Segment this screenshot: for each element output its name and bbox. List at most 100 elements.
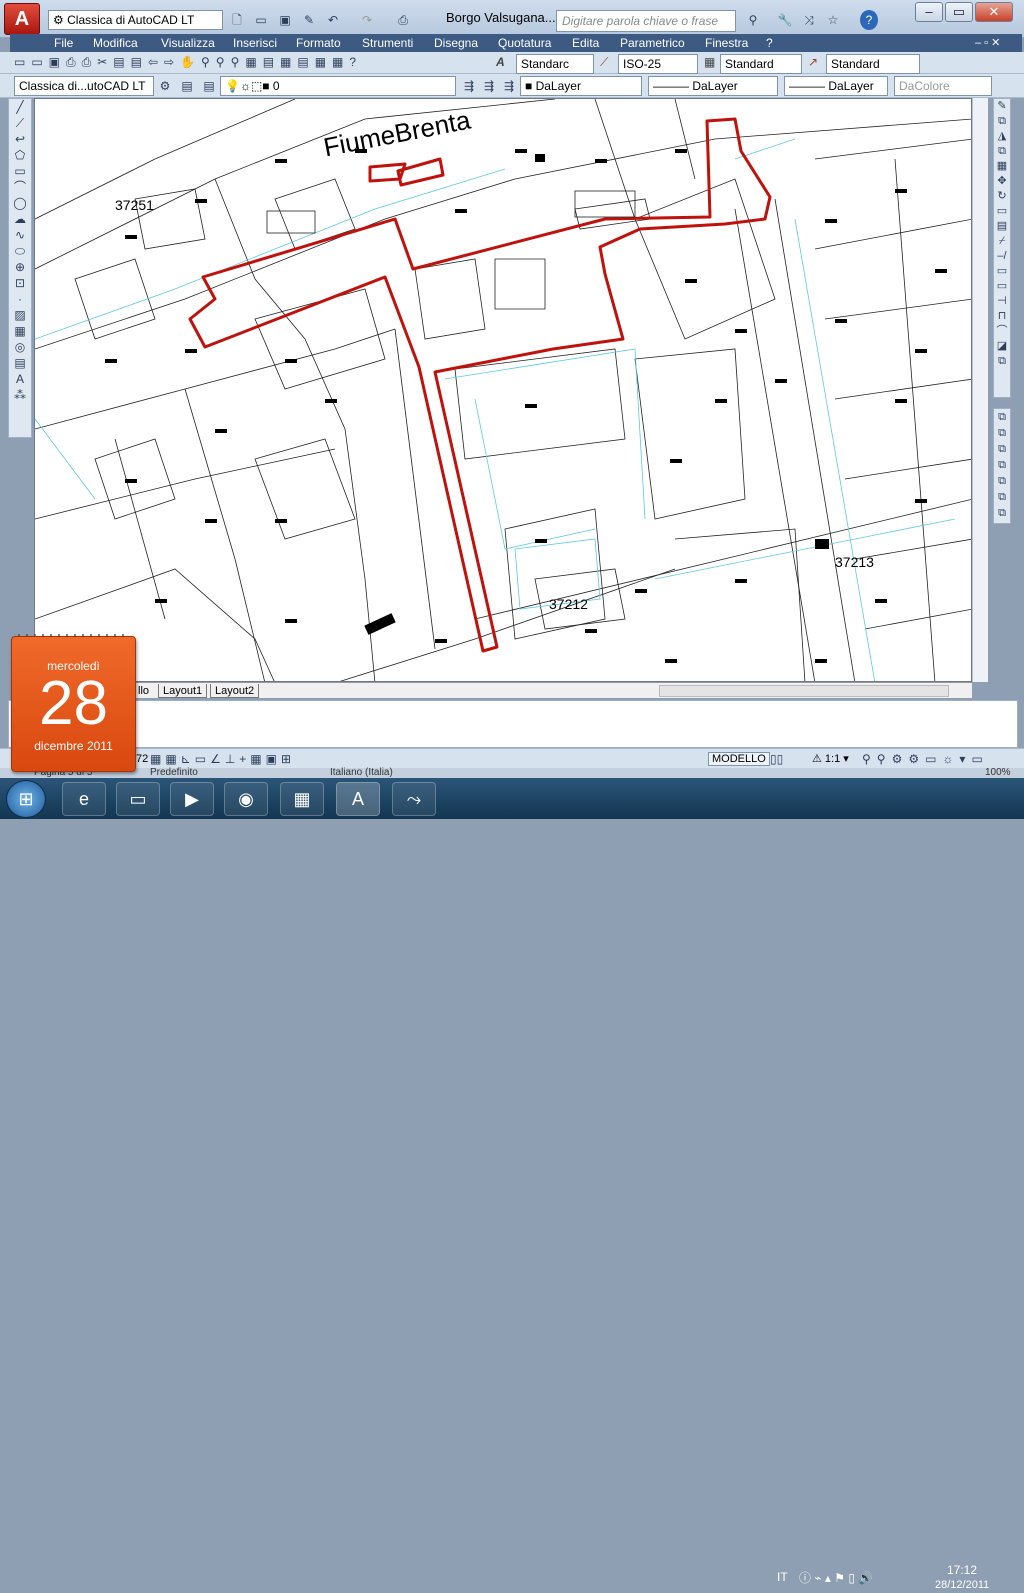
standard-tools-icons[interactable]: ▭▭▣⎙⎙✂▤▤⇦⇨✋⚲⚲⚲▦▤▦▤▦▦? [14, 55, 494, 71]
text-style-select[interactable]: Standarc [516, 54, 594, 74]
print-icon[interactable]: ⎙ [394, 10, 412, 30]
command-line[interactable] [8, 700, 1018, 748]
lineweight-select[interactable]: ——— DaLayer [784, 76, 888, 96]
multileader-style-select[interactable]: Standard [826, 54, 920, 74]
draw-tool-icons[interactable]: ╱ ⟋ ↩ ⬠ ▭ ⌒ ◯ ☁ ∿ ⬭ ⊕ ⊡ · ▨ ▦ ◎ ▤ A ⁂ [9, 99, 31, 403]
menu-quotatura[interactable]: Quotatura [498, 35, 551, 51]
tab-model[interactable]: llo [134, 684, 153, 698]
workspace-settings-icon[interactable]: ⚙ [156, 76, 174, 96]
internet-explorer-icon[interactable]: e [62, 782, 106, 816]
help-icon[interactable]: ? [860, 10, 878, 30]
table-style-icon: ▦ [704, 55, 716, 69]
calendar-day: 28 [39, 669, 108, 738]
menu-formato[interactable]: Formato [296, 35, 341, 51]
annotation-scale[interactable]: ⚠ 1:1 ▾ [812, 752, 849, 765]
parcel-label-37212: 37212 [549, 596, 588, 612]
layer-state-icons: 💡☼⬚■ [225, 79, 273, 93]
plotstyle-select[interactable]: DaColore [894, 76, 992, 96]
layer-properties-icon[interactable]: ▤ [200, 76, 218, 96]
parcel-label-37251: 37251 [115, 197, 154, 213]
parcel-label-37213: 37213 [835, 554, 874, 570]
acrobat-icon[interactable]: ⤳ [392, 782, 436, 816]
multileader-style-icon: ↗ [808, 55, 819, 69]
linetype-value: DaLayer [692, 79, 738, 93]
draw-toolbar: ╱ ⟋ ↩ ⬠ ▭ ⌒ ◯ ☁ ∿ ⬭ ⊕ ⊡ · ▨ ▦ ◎ ▤ A ⁂ [8, 98, 32, 438]
zoom-level: 100% [985, 767, 1011, 778]
new-file-icon[interactable]: 🗋 [228, 10, 246, 30]
status-tray-icons[interactable]: ⚲⚲⚙⚙▭☼▾▭ [862, 752, 989, 766]
doc-window-controls[interactable]: – ▫ ✕ [975, 36, 1000, 49]
wrench-icon[interactable]: 🔧 [776, 10, 794, 30]
annotation-scale-value: 1:1 [824, 753, 841, 765]
menu-inserisci[interactable]: Inserisci [233, 35, 277, 51]
media-player-icon[interactable]: ▶ [170, 782, 214, 816]
menu-modifica[interactable]: Modifica [93, 35, 138, 51]
tray-icons[interactable]: ⓘ ⌁ ▴ ⚑ ▯ 🔊 [799, 1569, 873, 1586]
close-button[interactable]: ✕ [975, 2, 1013, 22]
menu-disegna[interactable]: Disegna [434, 35, 478, 51]
layer-previous-icon[interactable]: ⇶ [480, 76, 498, 96]
open-folder-icon[interactable]: ▭ [252, 10, 270, 30]
search-input[interactable]: Digitare parola chiave o frase [556, 10, 736, 32]
text-style-icon: A [496, 55, 505, 69]
make-current-layer-icon[interactable]: ⇶ [460, 76, 478, 96]
modify-toolbar: ✎ ⧉ ◮ ⧉ ▦ ✥ ↻ ▭ ▤ ⌿ –/▭ ▭ ⊣ ⊓ ⌒ ◪ ⧉ [993, 98, 1011, 398]
dim-style-icon: ⟋ [600, 55, 609, 69]
undo-icon[interactable]: ↶ [324, 10, 342, 30]
menu-finestra[interactable]: Finestra [705, 35, 748, 51]
save-icon[interactable]: ▣ [276, 10, 294, 30]
binoculars-icon[interactable]: ⚲ [742, 10, 764, 30]
windows-start-icon[interactable]: ⊞ [6, 780, 46, 818]
draworder-tool-icons[interactable]: ⧉ ⧉ ⧉ ⧉ ⧉ ⧉ ⧉ [994, 409, 1010, 521]
tab-layout2[interactable]: Layout2 [210, 684, 260, 698]
clock-date[interactable]: 28/12/2011 [935, 1579, 989, 1591]
tool-palette-icon[interactable]: ▤ [178, 76, 196, 96]
horizontal-scrollbar[interactable] [659, 685, 949, 697]
gear-icon: ⚙ [53, 13, 64, 27]
cadastral-map [35, 99, 971, 681]
style-name: Predefinito [150, 767, 198, 778]
document-status-bar: Pagina 5 di 5 Predefinito Italiano (Ital… [0, 768, 1024, 778]
exchange-icon[interactable]: ⤨ [800, 10, 818, 30]
menu-visualizza[interactable]: Visualizza [161, 35, 215, 51]
menu-help[interactable]: ? [766, 35, 773, 51]
modify-tool-icons[interactable]: ✎ ⧉ ◮ ⧉ ▦ ✥ ↻ ▭ ▤ ⌿ –/▭ ▭ ⊣ ⊓ ⌒ ◪ ⧉ [994, 99, 1010, 369]
spreadsheet-icon[interactable]: ▦ [280, 782, 324, 816]
firefox-icon[interactable]: ◉ [224, 782, 268, 816]
document-title: Borgo Valsugana... [446, 10, 556, 25]
layout-tabs-bar: llo Layout1 Layout2 [34, 682, 972, 698]
minimize-button[interactable]: – [915, 2, 943, 22]
menu-edita[interactable]: Edita [572, 35, 599, 51]
redo-icon[interactable]: ↷ [358, 10, 376, 30]
vertical-scrollbar[interactable] [972, 98, 988, 682]
model-button[interactable]: MODELLO [708, 752, 770, 766]
parcel-lines [35, 99, 971, 681]
application-menu-button[interactable]: A [4, 3, 40, 35]
workspace-select[interactable]: Classica di...utoCAD LT [14, 76, 154, 96]
autocad-lt-icon[interactable]: A [336, 782, 380, 816]
menu-parametrico[interactable]: Parametrico [620, 35, 685, 51]
calendar-gadget[interactable]: mercoledì 28 dicembre 2011 [11, 636, 136, 772]
dim-style-select[interactable]: ISO-25 [618, 54, 698, 74]
tab-layout1[interactable]: Layout1 [158, 684, 208, 698]
table-style-select[interactable]: Standard [720, 54, 802, 74]
drawing-canvas[interactable]: FiumeBrenta 37251 37213 37212 [34, 98, 972, 682]
folder-icon[interactable]: ▭ [116, 782, 160, 816]
layer-name: 0 [272, 79, 280, 93]
layout-view-icons[interactable]: ▯▯ [770, 752, 783, 766]
linetype-select[interactable]: ——— DaLayer [648, 76, 778, 96]
star-icon[interactable]: ☆ [824, 10, 842, 30]
clock-time[interactable]: 17:12 [947, 1563, 977, 1577]
layer-icon[interactable]: ⇶ [500, 76, 518, 96]
workspace-label: Classica di AutoCAD LT [67, 13, 195, 27]
language-indicator[interactable]: IT [777, 1570, 788, 1584]
menu-strumenti[interactable]: Strumenti [362, 35, 413, 51]
calendar-month-year: dicembre 2011 [34, 739, 113, 753]
workspace-dropdown[interactable]: ⚙ Classica di AutoCAD LT [48, 10, 223, 30]
color-select[interactable]: ■ DaLayer [520, 76, 642, 96]
save-as-icon[interactable]: ✎ [300, 10, 318, 30]
menu-file[interactable]: File [54, 35, 73, 51]
layer-select[interactable]: 💡☼⬚■ 0 [220, 76, 456, 96]
drafting-toggle-icons[interactable]: ▦▦⊾▭∠⊥+▦▣⊞ [150, 752, 295, 766]
maximize-button[interactable]: ▭ [945, 2, 973, 22]
